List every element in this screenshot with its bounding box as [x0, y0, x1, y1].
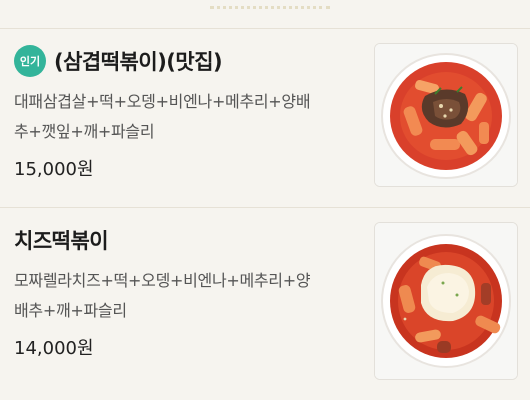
popular-badge: 인기	[14, 45, 46, 77]
menu-item-info: 치즈떡볶이 모짜렐라치즈+떡+오뎅+비엔나+메추리+양 배추+깨+파슬리 14,…	[14, 222, 364, 360]
menu-item-title-row: 인기 (삼겹떡볶이)(맛집)	[14, 43, 364, 79]
cheese-tteokbokki-photo	[375, 223, 517, 379]
menu-item-info: 인기 (삼겹떡볶이)(맛집) 대패삼겹살+떡+오뎅+비엔나+메추리+양배 추+깻…	[14, 43, 364, 181]
menu-item-thumbnail[interactable]	[374, 43, 518, 187]
menu-item-cheese-tteokbokki[interactable]: 치즈떡볶이 모짜렐라치즈+떡+오뎅+비엔나+메추리+양 배추+깨+파슬리 14,…	[0, 207, 530, 392]
header-strip	[0, 0, 530, 30]
menu-item-description: 모짜렐라치즈+떡+오뎅+비엔나+메추리+양 배추+깨+파슬리	[14, 266, 364, 326]
menu-item-description: 대패삼겹살+떡+오뎅+비엔나+메추리+양배 추+깻잎+깨+파슬리	[14, 87, 364, 147]
description-line: 모짜렐라치즈+떡+오뎅+비엔나+메추리+양	[14, 271, 311, 290]
menu-item-price: 15,000원	[14, 159, 94, 180]
menu-item-thumbnail[interactable]	[374, 222, 518, 380]
description-line: 대패삼겹살+떡+오뎅+비엔나+메추리+양배	[14, 92, 311, 111]
menu-item-name: (삼겹떡볶이)(맛집)	[54, 50, 223, 74]
description-line: 추+깻잎+깨+파슬리	[14, 122, 155, 141]
menu-item-name: 치즈떡볶이	[14, 229, 109, 253]
header-decoration	[210, 0, 330, 9]
menu-list: 인기 (삼겹떡볶이)(맛집) 대패삼겹살+떡+오뎅+비엔나+메추리+양배 추+깻…	[0, 28, 530, 392]
menu-item-price: 14,000원	[14, 338, 94, 359]
description-line: 배추+깨+파슬리	[14, 301, 127, 320]
menu-item-title-row: 치즈떡볶이	[14, 222, 364, 258]
menu-item-samgyeop-tteokbokki[interactable]: 인기 (삼겹떡볶이)(맛집) 대패삼겹살+떡+오뎅+비엔나+메추리+양배 추+깻…	[0, 28, 530, 207]
samgyeop-tteokbokki-photo	[375, 44, 517, 186]
